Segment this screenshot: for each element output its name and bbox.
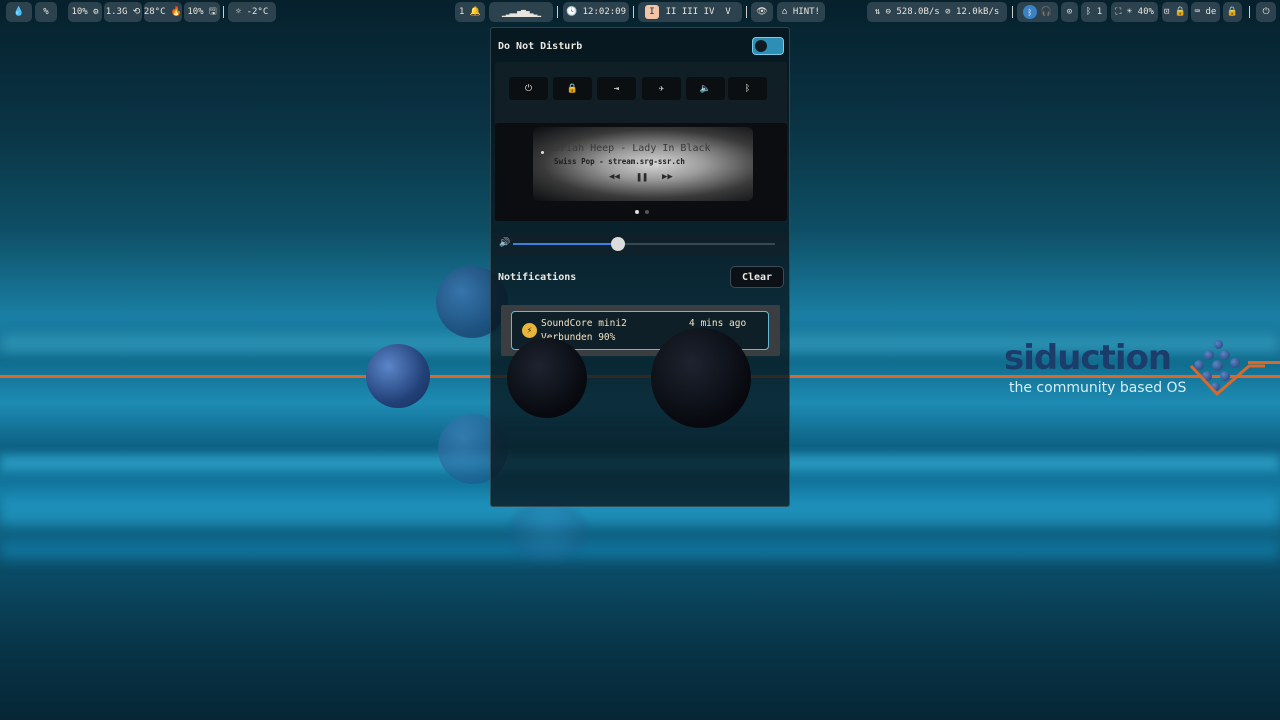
separator	[633, 6, 634, 18]
logout-button[interactable]: ⇥	[597, 77, 636, 100]
track-source: Swiss Pop - stream.srg-ssr.ch	[554, 157, 685, 166]
player-icon	[541, 151, 544, 154]
pager-dot-active[interactable]	[635, 210, 639, 214]
wallpaper-sphere	[651, 328, 751, 428]
logo-dot-icon	[1220, 350, 1230, 360]
separator	[1249, 6, 1250, 18]
logo-chevron-icon	[1189, 364, 1265, 397]
network-speed[interactable]: ⇅ ⊖ 528.0B/s ⊘ 12.0kB/s	[867, 2, 1007, 22]
hint-button[interactable]: ⌂ HINT!	[777, 2, 825, 22]
dnd-toggle[interactable]	[752, 37, 784, 55]
volume-control: 🔊	[495, 233, 787, 255]
workspace-4[interactable]: IV	[702, 5, 716, 19]
power-icon[interactable]: ⏻	[1256, 2, 1276, 22]
wallpaper-sphere	[366, 344, 430, 408]
cpu-widget[interactable]: 10% ⚙	[68, 2, 102, 22]
notifications-header: Notifications Clear	[498, 266, 784, 288]
pager-dot[interactable]	[645, 210, 649, 214]
workspace-switcher: I II III IV V	[638, 2, 742, 22]
separator	[223, 6, 224, 18]
bluetooth-widget[interactable]: ᛒ 🎧	[1017, 2, 1058, 22]
clear-button[interactable]: Clear	[730, 266, 784, 288]
mute-button[interactable]: 🔈	[686, 77, 725, 100]
notification-count[interactable]: 1 🔔	[455, 2, 485, 22]
drop-icon[interactable]: 💧	[6, 2, 32, 22]
bluetooth-count[interactable]: ᛒ 1	[1081, 2, 1107, 22]
power-button[interactable]: ⏻	[509, 77, 548, 100]
volume-fill	[513, 243, 618, 245]
headphones-icon: 🎧	[1040, 7, 1053, 17]
lightning-icon: ⚡	[522, 323, 537, 338]
notifications-label: Notifications	[498, 271, 577, 283]
separator	[557, 6, 558, 18]
pause-button[interactable]: ❚❚	[636, 172, 648, 183]
dnd-row: Do Not Disturb	[498, 36, 784, 56]
media-player: Uriah Heep - Lady In Black Swiss Pop - s…	[495, 123, 787, 221]
logout-icon: ⇥	[613, 83, 620, 94]
volume-icon: 🔊	[499, 238, 511, 248]
logo-tagline: the community based OS	[1009, 380, 1187, 396]
percent-icon[interactable]: %	[35, 2, 57, 22]
next-button[interactable]: ▶▶	[662, 172, 673, 182]
workspace-2[interactable]: II	[664, 5, 678, 19]
previous-button[interactable]: ◀◀	[609, 172, 620, 182]
brightness-widget[interactable]: ⛶ ☀ 40%	[1111, 2, 1158, 22]
idle-inhibitor-icon[interactable]: 👁	[751, 2, 773, 22]
bluetooth-button[interactable]: ᛒ	[728, 77, 767, 100]
top-bar: 💧 % 10% ⚙ 1.3G ⟲ 28°C 🔥 10% 🖫 ☼ -2°C 1 🔔…	[0, 0, 1280, 24]
lock-icon[interactable]: 🔒	[1223, 2, 1242, 22]
workspace-5[interactable]: V	[721, 5, 735, 19]
bluetooth-icon: ᛒ	[744, 83, 751, 94]
memory-widget[interactable]: 1.3G ⟲	[104, 2, 142, 22]
lock-icon: 🔒	[566, 83, 579, 94]
workspace-3[interactable]: III	[682, 5, 698, 19]
siduction-logo: siduction the community based OS	[1004, 338, 1265, 408]
lock-button[interactable]: 🔒	[553, 77, 592, 100]
clock[interactable]: 🕓 12:02:09	[563, 2, 629, 22]
audio-visualizer: ▁▂▃▃▅▆▅▃▂▁	[489, 2, 553, 22]
weather-widget[interactable]: ☼ -2°C	[228, 2, 276, 22]
logo-dot-icon	[1204, 350, 1214, 360]
volume-thumb[interactable]	[610, 237, 625, 251]
separator	[1012, 6, 1013, 18]
airplane-mode-button[interactable]: ✈	[642, 77, 681, 100]
workspace-1[interactable]: I	[645, 5, 659, 19]
mute-icon: 🔈	[699, 83, 712, 94]
bluetooth-icon: ᛒ	[1022, 5, 1037, 19]
toggle-knob	[755, 40, 767, 52]
airplane-icon: ✈	[658, 83, 665, 94]
disk-widget[interactable]: 10% 🖫	[184, 2, 220, 22]
wallpaper-sphere	[508, 502, 588, 562]
dnd-label: Do Not Disturb	[498, 40, 583, 52]
wallpaper-sphere	[507, 338, 587, 418]
volume-slider[interactable]	[513, 237, 775, 251]
control-center-panel: Do Not Disturb ⏻ 🔒 ⇥ ✈ 🔈 ᛒ Uriah Heep - …	[490, 27, 790, 507]
lock-state-widget[interactable]: ⊡ 🔒	[1162, 2, 1188, 22]
temperature-widget[interactable]: 28°C 🔥	[144, 2, 182, 22]
keyboard-layout[interactable]: ⌨ de	[1191, 2, 1220, 22]
track-title: Uriah Heep - Lady In Black	[554, 143, 711, 154]
record-icon[interactable]: ⊙	[1061, 2, 1078, 22]
background-band	[0, 540, 1280, 560]
notification-title: SoundCore mini2	[541, 318, 627, 329]
separator	[746, 6, 747, 18]
logo-name: siduction	[1004, 338, 1172, 378]
power-icon: ⏻	[524, 83, 533, 94]
logo-dot-icon	[1214, 340, 1223, 349]
